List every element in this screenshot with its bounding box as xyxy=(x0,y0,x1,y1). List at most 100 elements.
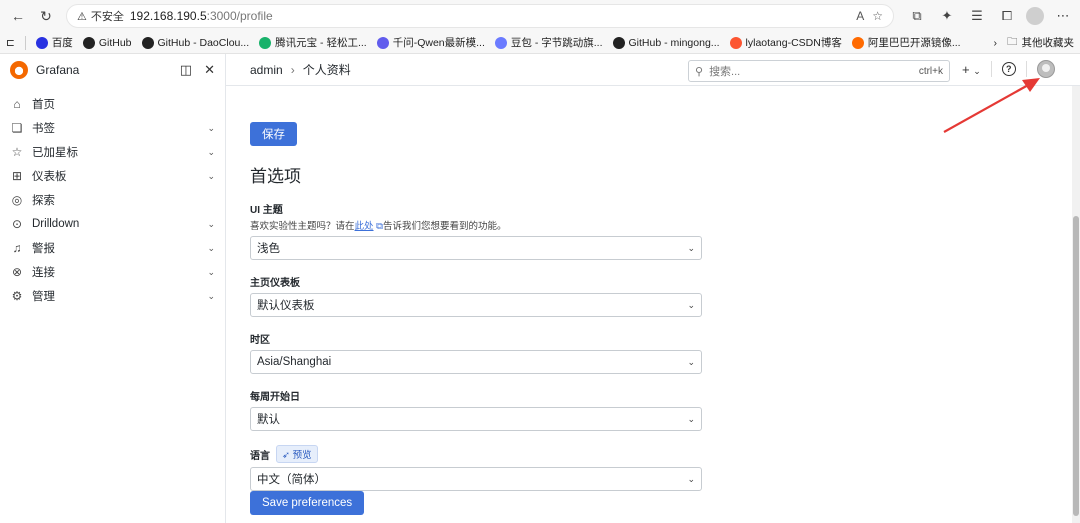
bookmark-item[interactable]: GitHub xyxy=(82,36,132,49)
sidebar-item-label: 探索 xyxy=(32,195,55,207)
sidebar-item-label: 连接 xyxy=(32,267,55,279)
bookmark-item[interactable]: GitHub - DaoClou... xyxy=(141,36,249,49)
sidebar-item[interactable]: ❏ 书签 ⌄ xyxy=(0,116,225,140)
star-icon: ☆ xyxy=(11,145,23,159)
timezone-select[interactable]: Asia/Shanghai ⌄ xyxy=(250,350,702,374)
extensions-icon[interactable]: ✦ xyxy=(936,5,958,27)
sidebar-item[interactable]: ♫ 警报 ⌄ xyxy=(0,236,225,260)
chevron-down-icon[interactable]: ⌄ xyxy=(207,243,215,254)
sidebar-item[interactable]: ⊗ 连接 ⌄ xyxy=(0,260,225,284)
insecure-warning[interactable]: ⚠ 不安全 xyxy=(77,8,124,24)
extension-icon[interactable]: ⧉ xyxy=(906,5,928,27)
dashboard-icon: ⊞ xyxy=(11,169,23,183)
sidebar-item-label: 管理 xyxy=(32,291,55,303)
bookmark-favicon-icon xyxy=(141,36,154,49)
sidebar-item[interactable]: ☆ 已加星标 ⌄ xyxy=(0,140,225,164)
bookmark-item[interactable]: 阿里巴巴开源镜像... xyxy=(851,35,961,50)
browser-toolbar: ← ↻ ⚠ 不安全 192.168.190.5 :3000/profile A … xyxy=(0,0,1080,32)
bookmark-favicon-icon xyxy=(729,36,742,49)
sidebar-item[interactable]: ⊙ Drilldown ⌄ xyxy=(0,212,225,236)
add-button[interactable]: + ⌄ xyxy=(962,62,981,77)
search-icon: ⚲ xyxy=(695,65,704,78)
search-shortcut: ctrl+k xyxy=(918,65,943,77)
theme-select-value: 浅色 xyxy=(257,243,280,255)
sidebar-item[interactable]: ⚙ 管理 ⌄ xyxy=(0,284,225,308)
sidebar-item-label: 已加星标 xyxy=(32,147,78,159)
collections-icon[interactable]: ⧠ xyxy=(996,5,1018,27)
home-icon: ⌂ xyxy=(13,97,21,111)
language-value: 中文（简体） xyxy=(257,474,326,486)
bookmark-favicon-icon xyxy=(851,36,864,49)
sidebar-item-label: Drilldown xyxy=(32,218,80,230)
breadcrumb-separator-icon: › xyxy=(290,62,295,77)
scrollbar[interactable] xyxy=(1072,86,1080,523)
back-icon[interactable]: ← xyxy=(6,4,30,28)
grafana-logo-icon[interactable] xyxy=(10,61,28,79)
bookmark-item[interactable]: lylaotang-CSDN博客 xyxy=(729,35,842,50)
external-link-icon: ⧉ xyxy=(376,221,383,232)
user-avatar[interactable] xyxy=(1036,60,1055,78)
bookmark-item[interactable]: 百度 xyxy=(35,35,73,50)
bookmark-favicon-icon xyxy=(612,36,625,49)
chevron-down-icon[interactable]: ⌄ xyxy=(207,267,215,278)
tabs-icon[interactable]: ⊏ xyxy=(6,37,15,49)
save-button[interactable]: 保存 xyxy=(250,122,297,146)
home-dashboard-select[interactable]: 默认仪表板 ⌄ xyxy=(250,293,702,317)
search-input[interactable]: ⚲ 搜索... ctrl+k xyxy=(688,60,950,82)
bookmark-favicon-icon xyxy=(82,36,95,49)
theme-description: 喜欢实验性主题吗？请在此处 ⧉告诉我们您想要看到的功能。 xyxy=(250,221,507,232)
chevron-down-icon: ⌄ xyxy=(687,242,695,253)
breadcrumb-profile: 个人资料 xyxy=(302,63,351,77)
bookmark-item[interactable]: GitHub - mingong... xyxy=(612,36,720,49)
sidebar-item[interactable]: ◎ 探索 xyxy=(0,188,225,212)
sidebar-item[interactable]: ⊞ 仪表板 ⌄ xyxy=(0,164,225,188)
bookmark-favicon-icon xyxy=(494,36,507,49)
favorites-icon[interactable]: ☰ xyxy=(966,5,988,27)
bookmark-icon: ❏ xyxy=(11,121,23,135)
week-start-select[interactable]: 默认 ⌄ xyxy=(250,407,702,431)
tools-divider xyxy=(990,61,992,77)
language-select[interactable]: 中文（简体） ⌄ xyxy=(250,467,702,491)
chevron-down-icon[interactable]: ⌄ xyxy=(207,291,215,302)
field-language: 语言 ➶ 预览 中文（简体） ⌄ xyxy=(250,445,702,491)
theme-select[interactable]: 浅色 ⌄ xyxy=(250,236,702,260)
favorite-star-icon[interactable]: ☆ xyxy=(872,9,883,23)
preview-badge: ➶ 预览 xyxy=(276,445,318,463)
week-start-label: 每周开始日 xyxy=(250,392,300,403)
scroll-thumb[interactable] xyxy=(1073,216,1079,516)
bookmark-item[interactable]: 腾讯元宝 - 轻松工... xyxy=(259,35,367,50)
chevron-down-icon[interactable]: ⌄ xyxy=(207,171,215,182)
sidebar-item[interactable]: ⌂ 首页 xyxy=(0,92,225,116)
sidebar-item-label: 书签 xyxy=(32,123,55,135)
close-icon[interactable]: ✕ xyxy=(204,62,215,78)
app-title: Grafana xyxy=(36,63,80,77)
sidebar: Grafana ◫ ✕ ⌂ 首页 ❏ 书签 ⌄ ☆ 已加星标 ⌄ ⊞ 仪表板 ⌄ ◎ 探索 ⊙ Drilld… xyxy=(0,54,226,523)
chevron-down-icon: ⌄ xyxy=(687,299,695,310)
chevron-down-icon[interactable]: ⌄ xyxy=(207,147,215,158)
bookmark-favicon-icon xyxy=(376,36,389,49)
chevron-down-icon[interactable]: ⌄ xyxy=(207,123,215,134)
dock-menu-icon[interactable]: ◫ xyxy=(180,62,192,78)
bookmarks-divider xyxy=(24,35,26,50)
other-bookmarks-folder[interactable]: 🗀 其他收藏夹 xyxy=(1007,34,1074,52)
bookmark-favicon-icon xyxy=(35,36,48,49)
url-host: 192.168.190.5 xyxy=(129,9,207,23)
more-icon[interactable]: ⋯ xyxy=(1052,5,1074,27)
chevron-down-icon: ⌄ xyxy=(687,473,695,484)
reload-icon[interactable]: ↻ xyxy=(34,4,58,28)
bookmarks-overflow-icon[interactable]: › xyxy=(994,37,998,49)
top-tools: + ⌄ ? xyxy=(962,60,1055,78)
browser-profile-avatar[interactable] xyxy=(1026,7,1044,25)
compass-icon: ◎ xyxy=(11,193,23,207)
address-bar[interactable]: ⚠ 不安全 192.168.190.5 :3000/profile A ☆ xyxy=(66,4,894,28)
bookmark-item[interactable]: 千问-Qwen最新模... xyxy=(376,35,485,50)
chevron-down-icon[interactable]: ⌄ xyxy=(207,219,215,230)
save-preferences-button[interactable]: Save preferences xyxy=(250,491,365,515)
bell-icon: ♫ xyxy=(12,241,22,255)
breadcrumb-admin[interactable]: admin xyxy=(250,63,283,77)
bookmark-item[interactable]: 豆包 - 字节跳动旗... xyxy=(494,35,603,50)
help-icon[interactable]: ? xyxy=(1001,62,1016,76)
field-home-dashboard: 主页仪表板 默认仪表板 ⌄ xyxy=(250,274,702,317)
feedback-link[interactable]: 此处 xyxy=(355,221,374,232)
read-aloud-icon[interactable]: A xyxy=(856,9,864,23)
